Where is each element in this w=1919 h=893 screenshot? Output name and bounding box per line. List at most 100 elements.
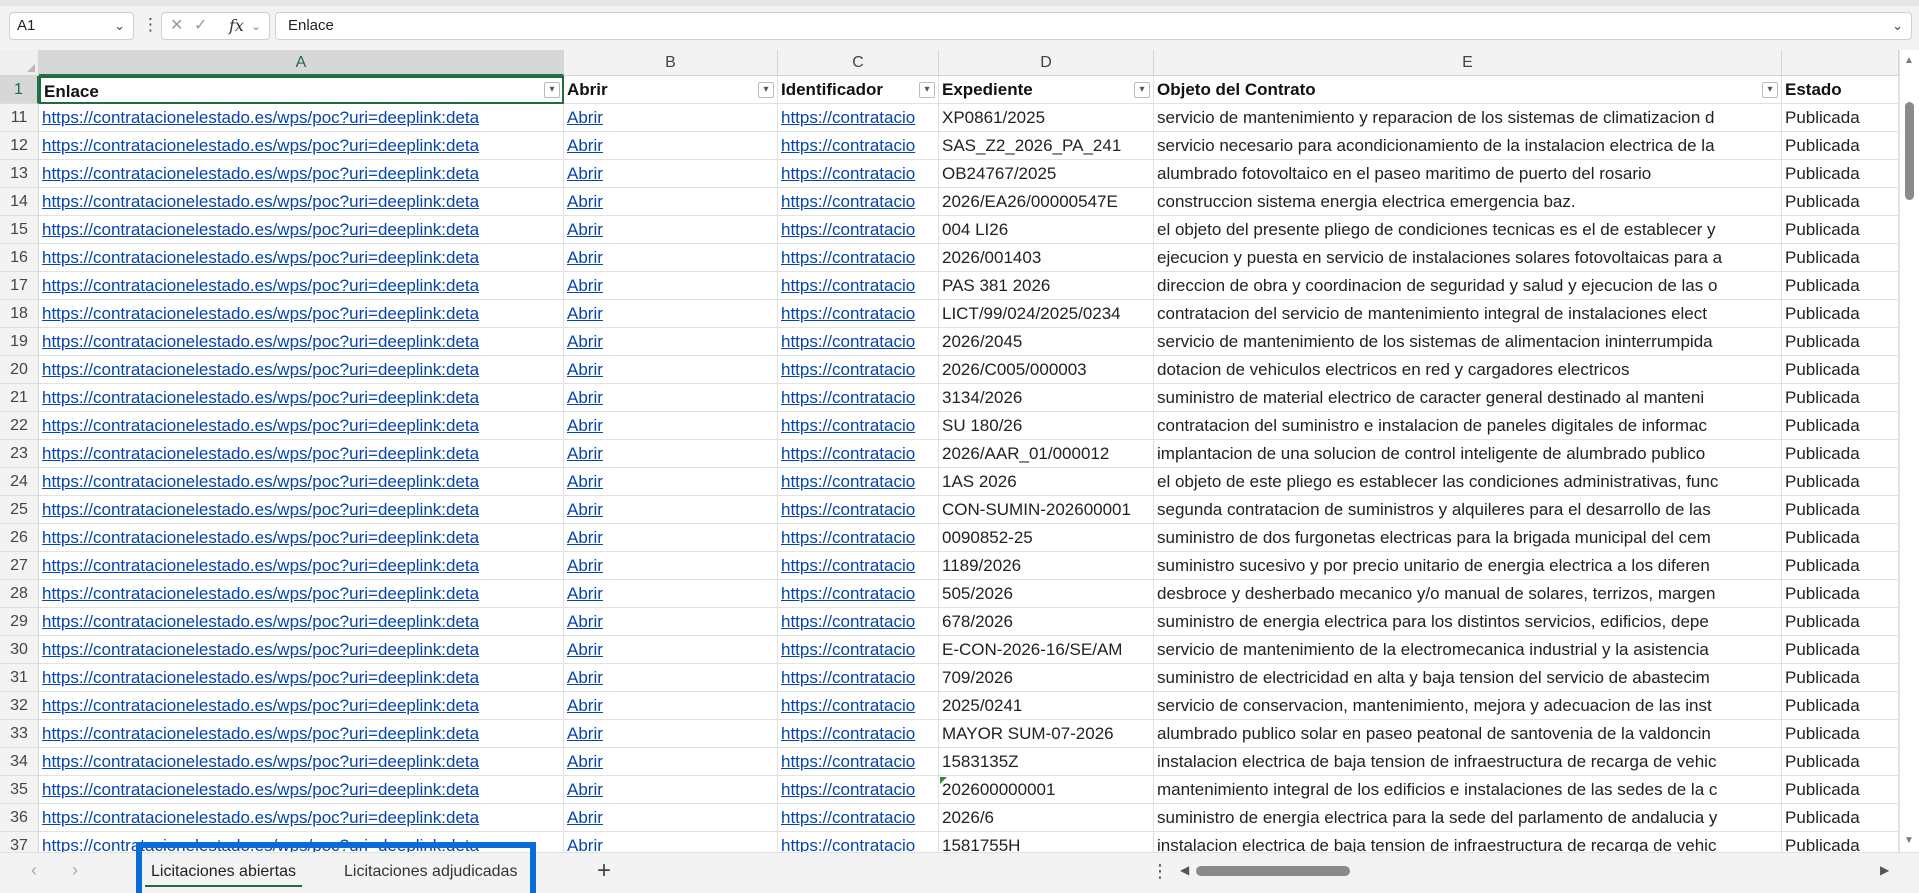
horizontal-scrollbar[interactable]: ◀ ▶ <box>1180 863 1889 879</box>
table-cell[interactable]: servicio de mantenimiento y reparacion d… <box>1154 104 1782 132</box>
table-cell[interactable]: Abrir <box>564 244 778 272</box>
table-cell[interactable]: Publicada <box>1782 328 1899 356</box>
sheet-more-icon[interactable]: ⋮ <box>1151 861 1169 882</box>
vertical-scroll-thumb[interactable] <box>1905 102 1914 200</box>
formula-input[interactable]: Enlace ⌄ <box>275 12 1912 40</box>
row-header[interactable]: 13 <box>0 160 39 188</box>
table-cell[interactable]: https://contratacio <box>778 692 939 720</box>
table-cell[interactable]: XP0861/2025 <box>939 104 1154 132</box>
table-cell[interactable]: servicio de mantenimiento de la electrom… <box>1154 636 1782 664</box>
column-header-d[interactable]: D <box>939 50 1154 76</box>
row-header[interactable]: 34 <box>0 748 39 776</box>
table-cell[interactable]: 2025/0241 <box>939 692 1154 720</box>
table-cell[interactable]: https://contratacionelestado.es/wps/poc?… <box>39 748 564 776</box>
table-cell[interactable]: el objeto del presente pliego de condici… <box>1154 216 1782 244</box>
table-cell[interactable]: Publicada <box>1782 804 1899 832</box>
add-sheet-button[interactable]: + <box>597 858 611 884</box>
table-cell[interactable]: https://contratacionelestado.es/wps/poc?… <box>39 104 564 132</box>
table-cell[interactable]: Abrir <box>564 636 778 664</box>
table-cell[interactable]: 2026/6 <box>939 804 1154 832</box>
table-cell[interactable]: Publicada <box>1782 468 1899 496</box>
table-cell[interactable]: Publicada <box>1782 552 1899 580</box>
table-cell[interactable]: Abrir <box>564 188 778 216</box>
table-cell[interactable]: contratacion del suministro e instalacio… <box>1154 412 1782 440</box>
table-cell[interactable]: Abrir <box>564 356 778 384</box>
header-cell[interactable]: Identificador <box>778 76 939 104</box>
row-header[interactable]: 14 <box>0 188 39 216</box>
table-cell[interactable]: Publicada <box>1782 636 1899 664</box>
table-cell[interactable]: https://contratacio <box>778 552 939 580</box>
table-cell[interactable]: Publicada <box>1782 524 1899 552</box>
table-cell[interactable]: https://contratacionelestado.es/wps/poc?… <box>39 188 564 216</box>
table-cell[interactable]: Publicada <box>1782 384 1899 412</box>
table-cell[interactable]: suministro de dos furgonetas electricas … <box>1154 524 1782 552</box>
table-cell[interactable]: https://contratacionelestado.es/wps/poc?… <box>39 776 564 804</box>
table-cell[interactable]: suministro de energia electrica para los… <box>1154 608 1782 636</box>
column-header-f[interactable] <box>1782 50 1899 76</box>
table-cell[interactable]: https://contratacionelestado.es/wps/poc?… <box>39 804 564 832</box>
table-cell[interactable]: Publicada <box>1782 496 1899 524</box>
row-header[interactable]: 20 <box>0 356 39 384</box>
table-cell[interactable]: 2026/001403 <box>939 244 1154 272</box>
column-header-a[interactable]: A <box>39 50 564 76</box>
table-cell[interactable]: https://contratacio <box>778 132 939 160</box>
table-cell[interactable]: 2026/EA26/00000547E <box>939 188 1154 216</box>
table-cell[interactable]: https://contratacionelestado.es/wps/poc?… <box>39 720 564 748</box>
table-cell[interactable]: Abrir <box>564 412 778 440</box>
table-cell[interactable]: Abrir <box>564 692 778 720</box>
table-cell[interactable]: Publicada <box>1782 104 1899 132</box>
spreadsheet-grid[interactable]: ▲ ▼ A B C D E 1 Enlace ▾ Abrir ▾ Identificador ▾ Exp… <box>0 50 1919 860</box>
scroll-left-icon[interactable]: ◀ <box>1180 863 1189 877</box>
table-cell[interactable]: Publicada <box>1782 664 1899 692</box>
table-cell[interactable]: el objeto de este pliego es establecer l… <box>1154 468 1782 496</box>
select-all-button[interactable] <box>0 50 39 76</box>
row-header[interactable]: 35 <box>0 776 39 804</box>
filter-dropdown-icon[interactable]: ▾ <box>758 82 774 98</box>
table-cell[interactable]: Publicada <box>1782 300 1899 328</box>
table-cell[interactable]: Abrir <box>564 496 778 524</box>
table-cell[interactable]: Abrir <box>564 132 778 160</box>
prev-sheet-icon[interactable]: ‹ <box>31 860 37 881</box>
table-cell[interactable]: 709/2026 <box>939 664 1154 692</box>
horizontal-scroll-thumb[interactable] <box>1196 866 1350 876</box>
table-cell[interactable]: dotacion de vehiculos electricos en red … <box>1154 356 1782 384</box>
table-cell[interactable]: https://contratacio <box>778 664 939 692</box>
header-cell[interactable]: Abrir <box>564 76 778 104</box>
row-header[interactable]: 27 <box>0 552 39 580</box>
fx-chevron-icon[interactable]: ⌄ <box>251 13 261 39</box>
table-cell[interactable]: Publicada <box>1782 216 1899 244</box>
expand-formula-icon[interactable]: ⌄ <box>1892 13 1903 39</box>
table-cell[interactable]: Abrir <box>564 720 778 748</box>
table-cell[interactable]: https://contratacionelestado.es/wps/poc?… <box>39 132 564 160</box>
table-cell[interactable]: desbroce y desherbado mecanico y/o manua… <box>1154 580 1782 608</box>
table-cell[interactable]: mantenimiento integral de los edificios … <box>1154 776 1782 804</box>
table-cell[interactable]: https://contratacionelestado.es/wps/poc?… <box>39 496 564 524</box>
table-cell[interactable]: LICT/99/024/2025/0234 <box>939 300 1154 328</box>
table-cell[interactable]: https://contratacio <box>778 216 939 244</box>
header-cell[interactable]: Enlace <box>39 76 564 104</box>
fx-icon[interactable]: fx <box>229 13 244 39</box>
table-cell[interactable]: Publicada <box>1782 272 1899 300</box>
table-cell[interactable]: https://contratacionelestado.es/wps/poc?… <box>39 664 564 692</box>
cancel-icon[interactable]: ✕ <box>170 13 183 39</box>
row-header[interactable]: 26 <box>0 524 39 552</box>
table-cell[interactable]: Abrir <box>564 748 778 776</box>
table-cell[interactable]: Abrir <box>564 524 778 552</box>
table-cell[interactable]: E-CON-2026-16/SE/AM <box>939 636 1154 664</box>
table-cell[interactable]: 1189/2026 <box>939 552 1154 580</box>
row-header[interactable]: 12 <box>0 132 39 160</box>
sheet-tab-licitaciones-abiertas[interactable]: Licitaciones abiertas <box>145 859 302 887</box>
row-header[interactable]: 18 <box>0 300 39 328</box>
table-cell[interactable]: https://contratacionelestado.es/wps/poc?… <box>39 552 564 580</box>
table-cell[interactable]: CON-SUMIN-202600001 <box>939 496 1154 524</box>
table-cell[interactable]: Publicada <box>1782 188 1899 216</box>
row-header[interactable]: 23 <box>0 440 39 468</box>
table-cell[interactable]: Abrir <box>564 580 778 608</box>
row-header[interactable]: 17 <box>0 272 39 300</box>
table-cell[interactable]: https://contratacio <box>778 356 939 384</box>
table-cell[interactable]: https://contratacio <box>778 804 939 832</box>
scroll-up-icon[interactable]: ▲ <box>1904 55 1914 66</box>
table-cell[interactable]: 004 LI26 <box>939 216 1154 244</box>
table-cell[interactable]: 1583135Z <box>939 748 1154 776</box>
filter-dropdown-icon[interactable]: ▾ <box>1762 82 1778 98</box>
